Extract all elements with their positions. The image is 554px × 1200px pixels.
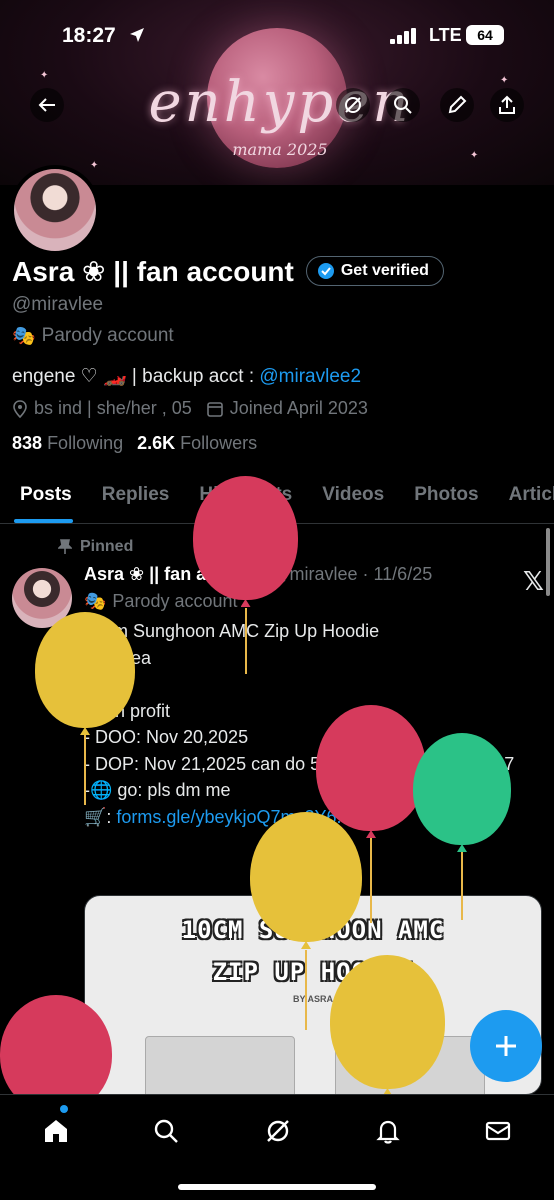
joined-item: Joined April 2023 [206, 398, 368, 419]
cellular-signal-icon [390, 28, 416, 44]
balloon-yellow [250, 812, 362, 942]
pencil-icon [448, 95, 467, 114]
status-bar: 18:27 LTE 64 [0, 22, 554, 52]
balloon-string [84, 735, 86, 805]
followers-label: Followers [180, 433, 258, 453]
nav-grok[interactable] [258, 1111, 298, 1151]
location-text: bs ind | she/her , 05 [34, 398, 192, 418]
nav-notifications[interactable] [368, 1111, 408, 1151]
tweet-handle-date: @miravlee · 11/6/25 [271, 564, 433, 584]
nav-home[interactable] [36, 1111, 76, 1151]
search-icon [394, 96, 412, 114]
location-arrow-icon [130, 28, 144, 42]
tab-articles[interactable]: Articles [494, 470, 554, 523]
verified-badge-icon [317, 263, 334, 279]
location-item: bs ind | she/her , 05 [12, 398, 192, 419]
mask-icon: 🎭 [12, 326, 36, 347]
search-icon [154, 1119, 178, 1143]
home-icon [45, 1120, 67, 1142]
parody-label: 🎭 Parody account [12, 324, 542, 348]
share-icon [499, 95, 515, 114]
scrollbar[interactable] [546, 528, 550, 596]
get-verified-label: Get verified [340, 262, 429, 279]
profile-bio: engene ♡ 🏎️ | backup acct : @miravlee2 [12, 364, 542, 388]
envelope-icon [485, 1121, 511, 1141]
pinned-label: Pinned [80, 538, 134, 555]
nav-messages[interactable] [478, 1111, 518, 1151]
sparkle-icon: ✦ [470, 150, 479, 161]
tab-posts[interactable]: Posts [0, 470, 87, 523]
nav-search[interactable] [146, 1111, 186, 1151]
balloon-string [370, 838, 372, 923]
location-pin-icon [13, 399, 27, 418]
following-label: Following [47, 433, 124, 453]
media-title-line-2: ZIP UP HOODIE [212, 958, 414, 986]
profile-info: Asra ❀ || fan account Get verified @mira… [12, 250, 542, 454]
profile-name: Asra ❀ || fan account [12, 255, 294, 287]
edit-button[interactable] [440, 88, 474, 122]
search-button[interactable] [386, 88, 420, 122]
profile-handle: @miravlee [12, 294, 104, 315]
cart-prefix: 🛒: [84, 806, 117, 827]
home-notification-dot [60, 1105, 68, 1113]
share-button[interactable] [490, 88, 524, 122]
follow-counts: 838 Following 2.6K Followers [12, 433, 542, 454]
balloon-string [245, 608, 247, 674]
status-time: 18:27 [62, 24, 116, 47]
balloon-yellow [35, 612, 135, 728]
tab-photos[interactable]: Photos [399, 470, 493, 523]
following-link[interactable]: 838 Following [12, 433, 123, 454]
mask-icon: 🎭 [84, 591, 107, 611]
balloon-red [316, 705, 426, 831]
joined-text: Joined April 2023 [229, 398, 368, 418]
followers-count: 2.6K [137, 433, 176, 453]
media-by-label: BY ASRA [292, 994, 333, 1004]
bio-mention-link[interactable]: @miravlee2 [259, 366, 361, 387]
following-count: 838 [12, 433, 43, 453]
followers-link[interactable]: 2.6K Followers [137, 433, 257, 454]
battery-indicator: 64 [466, 25, 504, 45]
banner-subtitle: mama 2025 [232, 140, 328, 159]
bell-icon [376, 1120, 400, 1144]
bio-text: engene ♡ 🏎️ | backup acct : [12, 366, 260, 387]
calendar-icon [206, 401, 223, 417]
profile-meta: bs ind | she/her , 05 Joined April 2023 [12, 398, 542, 419]
tab-videos[interactable]: Videos [307, 470, 399, 523]
tab-replies[interactable]: Replies [87, 470, 185, 523]
balloon-yellow [330, 955, 445, 1089]
balloon-red [193, 476, 298, 600]
pinned-indicator: Pinned [58, 538, 133, 556]
grok-icon [267, 1120, 289, 1142]
tweet-header: Asra ❀ || fan account @miravlee · 11/6/2… [84, 564, 542, 585]
compose-post-button[interactable] [470, 1010, 542, 1082]
back-button[interactable] [30, 88, 64, 122]
get-verified-button[interactable]: Get verified [305, 256, 444, 286]
sparkle-icon: ✦ [40, 70, 49, 81]
balloon-string [305, 950, 307, 1030]
plus-icon [496, 1036, 516, 1056]
home-indicator[interactable] [178, 1184, 376, 1190]
grok-button[interactable] [336, 88, 370, 122]
network-type: LTE [429, 25, 462, 45]
tweet-parody-text: Parody account [112, 591, 238, 611]
pin-icon [58, 539, 72, 554]
sparkle-icon: ✦ [90, 160, 99, 171]
parody-text: Parody account [41, 325, 174, 346]
tweet-parody-label: 🎭 Parody account [84, 591, 542, 612]
balloon-string [461, 852, 463, 920]
profile-avatar[interactable] [10, 165, 100, 255]
x-logo-icon: 𝕏 [523, 566, 544, 596]
balloon-green [413, 733, 511, 845]
grok-icon [345, 97, 361, 113]
sparkle-icon: ✦ [500, 75, 509, 86]
media-mock-window [145, 1036, 295, 1094]
arrow-left-icon [38, 98, 55, 112]
